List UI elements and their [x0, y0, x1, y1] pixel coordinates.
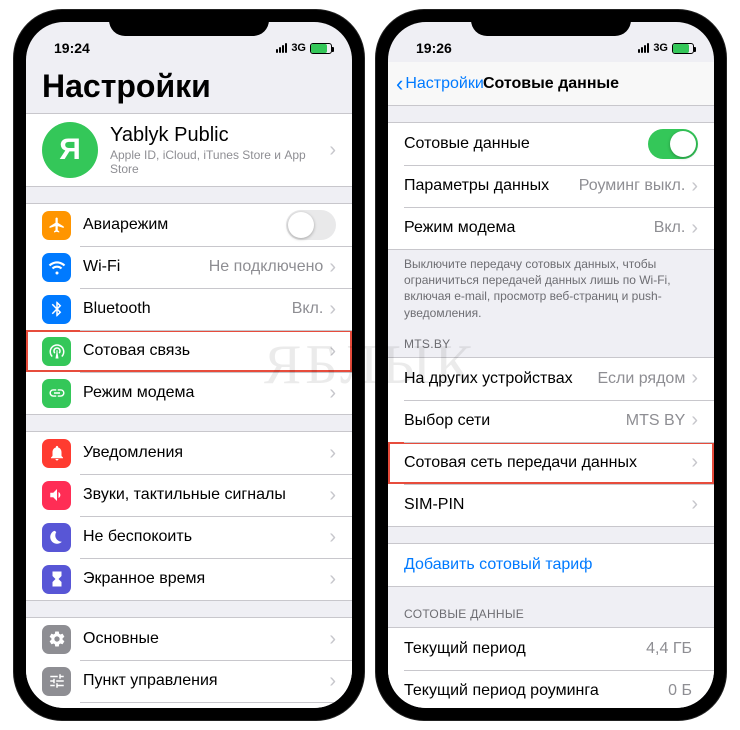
chevron-icon: › — [329, 526, 336, 549]
usage-header: СОТОВЫЕ ДАННЫЕ — [388, 603, 714, 627]
account-name: Yablyk Public — [110, 124, 329, 147]
account-row[interactable]: Я Yablyk Public Apple ID, iCloud, iTunes… — [26, 114, 352, 186]
chevron-icon: › — [329, 298, 336, 321]
row-data-options[interactable]: Параметры данных Роуминг выкл. › — [388, 165, 714, 207]
row-sim-pin[interactable]: SIM-PIN › — [388, 484, 714, 526]
status-network: 3G — [653, 42, 668, 54]
battery-icon — [672, 43, 694, 54]
footer-text: Выключите передачу сотовых данных, чтобы… — [388, 250, 714, 327]
antenna-icon — [42, 337, 71, 366]
bluetooth-icon — [42, 295, 71, 324]
chevron-icon: › — [329, 382, 336, 405]
nav-title-large: Настройки — [26, 62, 352, 113]
notch — [109, 10, 269, 36]
navbar: ‹ Настройки Сотовые данные — [388, 62, 714, 106]
row-hotspot[interactable]: Режим модема Вкл. › — [388, 207, 714, 249]
row-roaming-period[interactable]: Текущий период роуминга 0 Б — [388, 670, 714, 708]
chevron-icon: › — [691, 175, 698, 198]
chevron-icon: › — [329, 139, 336, 162]
row-dnd[interactable]: Не беспокоить › — [26, 516, 352, 558]
row-general[interactable]: Основные › — [26, 618, 352, 660]
row-cellular-data[interactable]: Сотовые данные — [388, 123, 714, 165]
chevron-icon: › — [329, 628, 336, 651]
notifications-icon — [42, 439, 71, 468]
row-add-plan[interactable]: Добавить сотовый тариф — [388, 544, 714, 586]
link-icon — [42, 379, 71, 408]
battery-icon — [310, 43, 332, 54]
chevron-icon: › — [691, 493, 698, 516]
sliders-icon — [42, 667, 71, 696]
chevron-icon: › — [691, 451, 698, 474]
back-button[interactable]: ‹ Настройки — [388, 71, 484, 97]
chevron-icon: › — [329, 670, 336, 693]
wifi-icon — [42, 253, 71, 282]
row-bluetooth[interactable]: Bluetooth Вкл. › — [26, 288, 352, 330]
airplane-switch[interactable] — [286, 210, 336, 240]
row-notifications[interactable]: Уведомления › — [26, 432, 352, 474]
row-cellular-network[interactable]: Сотовая сеть передачи данных › — [388, 442, 714, 484]
chevron-icon: › — [691, 217, 698, 240]
chevron-icon: › — [691, 409, 698, 432]
chevron-icon: › — [329, 340, 336, 363]
row-network-selection[interactable]: Выбор сети MTS BY › — [388, 400, 714, 442]
signal-icon — [638, 43, 649, 53]
chevron-icon: › — [329, 568, 336, 591]
row-airplane[interactable]: Авиарежим — [26, 204, 352, 246]
row-screentime[interactable]: Экранное время › — [26, 558, 352, 600]
signal-icon — [276, 43, 287, 53]
phone-left: 19:24 3G Настройки Я Yablyk Public Apple… — [14, 10, 364, 720]
status-network: 3G — [291, 42, 306, 54]
row-control-center[interactable]: Пункт управления › — [26, 660, 352, 702]
phone-right: 19:26 3G ‹ Настройки Сотовые данные Сото… — [376, 10, 726, 720]
notch — [471, 10, 631, 36]
chevron-icon: › — [691, 367, 698, 390]
row-sounds[interactable]: Звуки, тактильные сигналы › — [26, 474, 352, 516]
status-time: 19:26 — [416, 40, 452, 56]
row-other-devices[interactable]: На других устройствах Если рядом › — [388, 358, 714, 400]
airplane-icon — [42, 211, 71, 240]
row-wifi[interactable]: Wi-Fi Не подключено › — [26, 246, 352, 288]
chevron-icon: › — [329, 256, 336, 279]
account-sub: Apple ID, iCloud, iTunes Store и App Sto… — [110, 148, 329, 176]
sounds-icon — [42, 481, 71, 510]
status-time: 19:24 — [54, 40, 90, 56]
row-hotspot[interactable]: Режим модема › — [26, 372, 352, 414]
chevron-icon: › — [329, 442, 336, 465]
row-display[interactable]: AA Экран и яркость › — [26, 702, 352, 708]
hourglass-icon — [42, 565, 71, 594]
chevron-left-icon: ‹ — [396, 71, 403, 97]
chevron-icon: › — [329, 484, 336, 507]
avatar: Я — [42, 122, 98, 178]
row-cellular[interactable]: Сотовая связь › — [26, 330, 352, 372]
row-current-period[interactable]: Текущий период 4,4 ГБ — [388, 628, 714, 670]
carrier-header: MTS.BY — [388, 333, 714, 357]
cellular-data-switch[interactable] — [648, 129, 698, 159]
moon-icon — [42, 523, 71, 552]
gear-icon — [42, 625, 71, 654]
